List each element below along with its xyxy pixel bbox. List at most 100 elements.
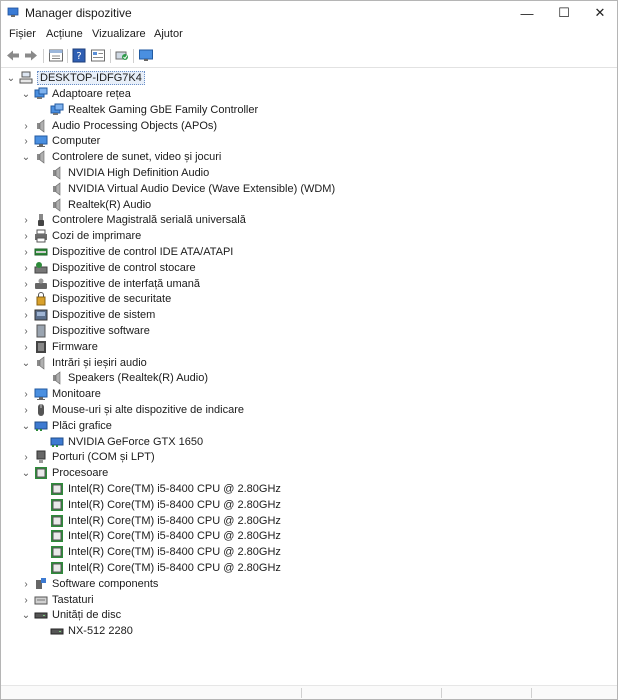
tree-category[interactable]: ⌄ Adaptoare rețea bbox=[20, 86, 131, 102]
chevron-right-icon[interactable]: › bbox=[20, 291, 32, 307]
tree-category[interactable]: › Dispozitive de control stocare bbox=[20, 260, 196, 276]
tree-category[interactable]: › Mouse-uri și alte dispozitive de indica… bbox=[20, 402, 244, 418]
speaker-icon bbox=[34, 356, 48, 370]
tree-device[interactable]: Realtek Gaming GbE Family Controller bbox=[36, 102, 258, 118]
cpu-icon bbox=[50, 561, 64, 575]
chevron-down-icon[interactable]: ⌄ bbox=[20, 355, 32, 371]
tree-device[interactable]: NVIDIA High Definition Audio bbox=[36, 165, 209, 181]
tree-device[interactable]: Intel(R) Core(TM) i5-8400 CPU @ 2.80GHz bbox=[36, 513, 281, 529]
tree-category[interactable]: ⌄ Controlere de sunet, video și jocuri bbox=[20, 149, 221, 165]
menu-help[interactable]: Ajutor bbox=[154, 28, 183, 40]
chevron-right-icon[interactable]: › bbox=[20, 386, 32, 402]
maximize-icon: ☐ bbox=[558, 5, 570, 20]
chevron-down-icon[interactable]: ⌄ bbox=[20, 418, 32, 434]
network-icon bbox=[50, 103, 64, 117]
tree-item-label: Adaptoare rețea bbox=[52, 88, 131, 100]
cpu-icon bbox=[50, 498, 64, 512]
minimize-button[interactable]: — bbox=[509, 1, 545, 25]
close-button[interactable]: ✕ bbox=[582, 1, 617, 25]
chevron-right-icon[interactable]: › bbox=[20, 323, 32, 339]
keyboard-icon bbox=[34, 593, 48, 607]
tree-category[interactable]: ⌄ Intrări și ieșiri audio bbox=[20, 355, 147, 371]
tree-category[interactable]: › Monitoare bbox=[20, 386, 101, 402]
monitor-toolbar-icon[interactable] bbox=[138, 48, 154, 63]
chevron-right-icon[interactable]: › bbox=[20, 402, 32, 418]
view-details-icon[interactable] bbox=[90, 48, 106, 63]
menu-view[interactable]: Vizualizare bbox=[92, 28, 146, 40]
tree-category[interactable]: › Audio Processing Objects (APOs) bbox=[20, 118, 217, 134]
tree-root-label: DESKTOP-IDFG7K4 bbox=[37, 71, 145, 85]
chevron-right-icon[interactable]: › bbox=[20, 576, 32, 592]
tree-category[interactable]: › Firmware bbox=[20, 339, 98, 355]
tree-category[interactable]: ⌄ Procesoare bbox=[20, 465, 108, 481]
chevron-right-icon[interactable]: › bbox=[20, 339, 32, 355]
tree-category[interactable]: › Cozi de imprimare bbox=[20, 228, 141, 244]
tree-category[interactable]: › Dispozitive software bbox=[20, 323, 150, 339]
tree-device[interactable]: NVIDIA GeForce GTX 1650 bbox=[36, 434, 203, 450]
tree-device[interactable]: Intel(R) Core(TM) i5-8400 CPU @ 2.80GHz bbox=[36, 497, 281, 513]
tree-category[interactable]: › Dispozitive de securitate bbox=[20, 291, 171, 307]
usb-icon bbox=[34, 213, 48, 227]
chevron-down-icon[interactable]: ⌄ bbox=[20, 607, 32, 623]
forward-arrow-icon[interactable] bbox=[23, 48, 39, 63]
chevron-right-icon[interactable]: › bbox=[20, 592, 32, 608]
chevron-down-icon[interactable]: ⌄ bbox=[5, 70, 17, 86]
software-device-icon bbox=[34, 324, 48, 338]
menu-file[interactable]: Fișier bbox=[9, 28, 36, 40]
tree-device[interactable]: Intel(R) Core(TM) i5-8400 CPU @ 2.80GHz bbox=[36, 544, 281, 560]
title-bar: Manager dispozitive — ☐ ✕ bbox=[1, 1, 617, 25]
tree-category[interactable]: › Dispozitive de control IDE ATA/ATAPI bbox=[20, 244, 233, 260]
status-divider bbox=[301, 688, 302, 698]
close-icon: ✕ bbox=[594, 5, 606, 20]
chevron-right-icon[interactable]: › bbox=[20, 228, 32, 244]
speaker-icon bbox=[50, 198, 64, 212]
tree-item-label: Intel(R) Core(TM) i5-8400 CPU @ 2.80GHz bbox=[68, 483, 281, 495]
maximize-button[interactable]: ☐ bbox=[546, 1, 582, 25]
back-arrow-icon[interactable] bbox=[5, 48, 21, 63]
tree-device[interactable]: Intel(R) Core(TM) i5-8400 CPU @ 2.80GHz bbox=[36, 560, 281, 576]
tree-device[interactable]: Realtek(R) Audio bbox=[36, 197, 151, 213]
menu-action[interactable]: Acțiune bbox=[46, 28, 83, 40]
chevron-right-icon[interactable]: › bbox=[20, 212, 32, 228]
window-title: Manager dispozitive bbox=[25, 6, 132, 20]
chevron-right-icon[interactable]: › bbox=[20, 449, 32, 465]
tree-item-label: Porturi (COM și LPT) bbox=[52, 451, 155, 463]
tree-device[interactable]: Intel(R) Core(TM) i5-8400 CPU @ 2.80GHz bbox=[36, 481, 281, 497]
status-divider bbox=[531, 688, 532, 698]
tree-category[interactable]: › Software components bbox=[20, 576, 158, 592]
tree-category[interactable]: › Controlere Magistrală serială universal… bbox=[20, 212, 246, 228]
tree-item-label: Dispozitive de interfață umană bbox=[52, 278, 200, 290]
help-icon[interactable]: ? bbox=[71, 48, 87, 63]
chevron-right-icon[interactable]: › bbox=[20, 118, 32, 134]
tree-category[interactable]: › Dispozitive de sistem bbox=[20, 307, 155, 323]
chevron-right-icon[interactable]: › bbox=[20, 276, 32, 292]
chevron-down-icon[interactable]: ⌄ bbox=[20, 86, 32, 102]
tree-device[interactable]: NX-512 2280 bbox=[36, 623, 133, 639]
tree-category[interactable]: › Computer bbox=[20, 133, 100, 149]
tree-device[interactable]: NVIDIA Virtual Audio Device (Wave Extens… bbox=[36, 181, 335, 197]
tree-item-label: Dispozitive de control stocare bbox=[52, 262, 196, 274]
properties-sheet-icon[interactable] bbox=[48, 48, 64, 63]
display-adapter-icon bbox=[34, 419, 48, 433]
chevron-right-icon[interactable]: › bbox=[20, 133, 32, 149]
tree-device[interactable]: Speakers (Realtek(R) Audio) bbox=[36, 370, 208, 386]
tree-category[interactable]: ⌄ Plăci grafice bbox=[20, 418, 112, 434]
tree-category[interactable]: › Tastaturi bbox=[20, 592, 93, 608]
chevron-down-icon[interactable]: ⌄ bbox=[20, 465, 32, 481]
tree-device[interactable]: Intel(R) Core(TM) i5-8400 CPU @ 2.80GHz bbox=[36, 528, 281, 544]
tree-category[interactable]: › Porturi (COM și LPT) bbox=[20, 449, 155, 465]
tree-root[interactable]: ⌄ DESKTOP-IDFG7K4 bbox=[5, 70, 145, 86]
chevron-right-icon[interactable]: › bbox=[20, 260, 32, 276]
security-icon bbox=[34, 292, 48, 306]
scan-hardware-icon[interactable] bbox=[114, 48, 130, 63]
tree-category[interactable]: › Dispozitive de interfață umană bbox=[20, 276, 200, 292]
chevron-down-icon[interactable]: ⌄ bbox=[20, 149, 32, 165]
tree-category[interactable]: ⌄ Unități de disc bbox=[20, 607, 121, 623]
chevron-right-icon[interactable]: › bbox=[20, 244, 32, 260]
chevron-right-icon[interactable]: › bbox=[20, 307, 32, 323]
